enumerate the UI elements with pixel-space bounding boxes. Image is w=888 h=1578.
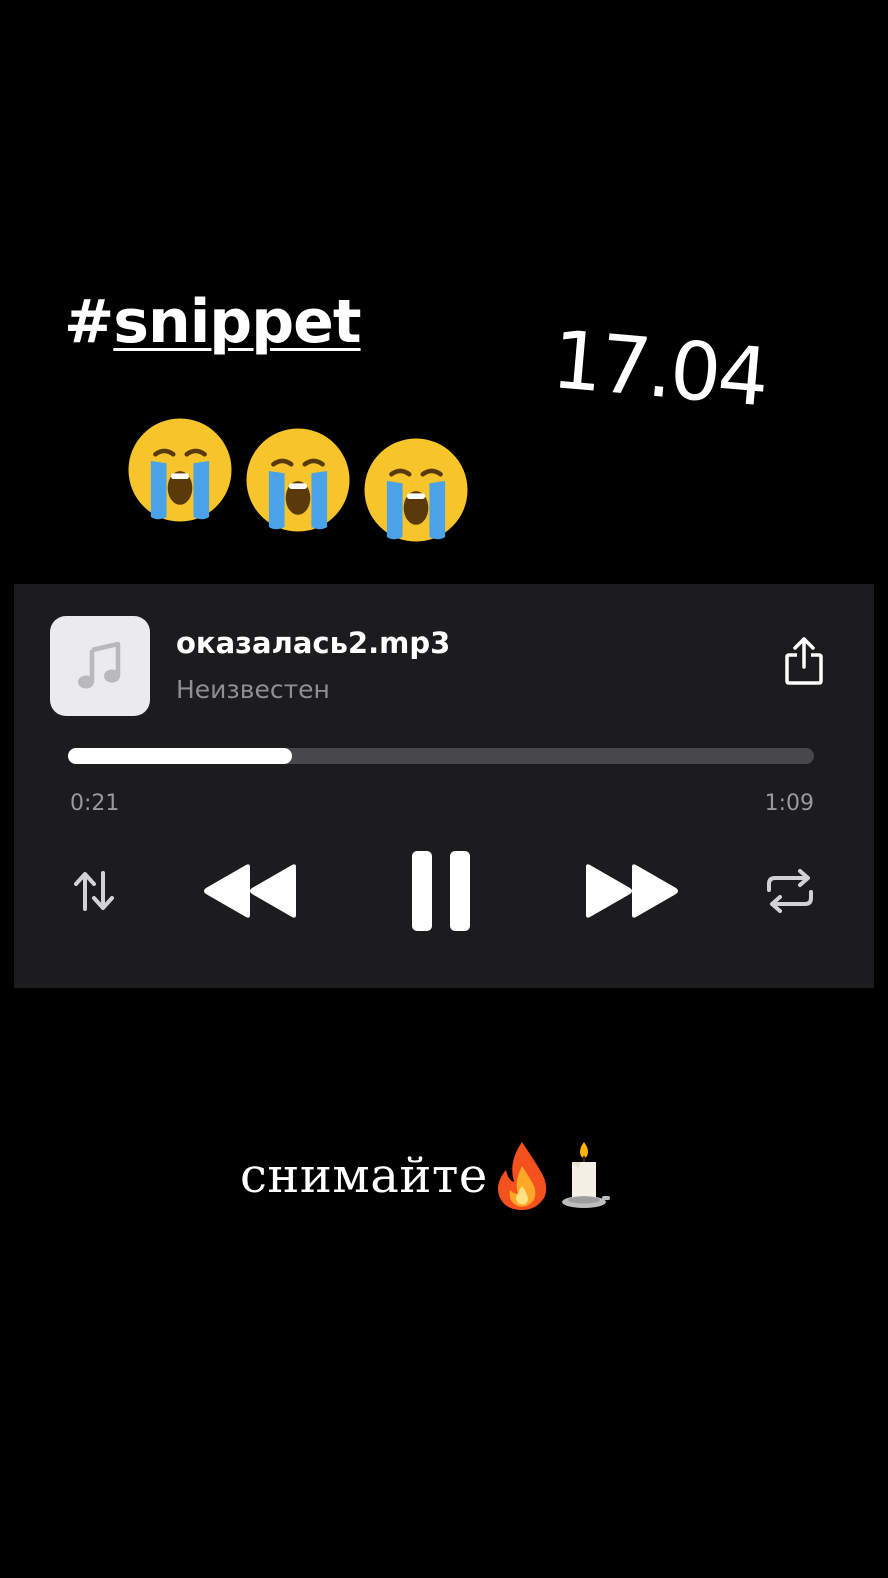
- previous-button[interactable]: [200, 856, 300, 926]
- candle-emoji-icon: [561, 1142, 610, 1208]
- crying-face-emoji-icon: [128, 418, 232, 522]
- playback-progress-fill: [68, 748, 292, 764]
- next-button[interactable]: [582, 856, 682, 926]
- pause-button[interactable]: [408, 848, 474, 934]
- track-artist: Неизвестен: [176, 675, 330, 704]
- share-icon: [785, 637, 823, 685]
- share-button[interactable]: [782, 632, 826, 690]
- repeat-button[interactable]: [762, 866, 818, 916]
- elapsed-time: 0:21: [70, 791, 120, 816]
- hashtag-word: snippet: [113, 287, 361, 357]
- pause-icon: [412, 851, 470, 931]
- hashtag-sticker[interactable]: #snippet: [64, 292, 362, 352]
- rewind-icon: [204, 864, 296, 918]
- caption-text: снимайте: [240, 1148, 488, 1204]
- total-duration: 1:09: [764, 791, 814, 816]
- repeat-icon: [767, 869, 813, 913]
- shuffle-button[interactable]: [66, 864, 120, 918]
- hashtag-symbol: #: [64, 287, 114, 357]
- audio-player-card: оказалась2.mp3 Неизвестен 0:21 1:09: [14, 584, 874, 988]
- track-title: оказалась2.mp3: [176, 626, 451, 660]
- fast-forward-icon: [586, 864, 678, 918]
- playback-progress-bar[interactable]: [68, 748, 814, 764]
- story-caption: снимайте: [240, 1136, 612, 1216]
- music-note-icon: [78, 641, 121, 689]
- date-text: 17.04: [548, 313, 770, 425]
- fire-emoji-icon: [497, 1142, 547, 1210]
- reaction-emoji-row: [124, 414, 484, 554]
- crying-face-emoji-icon: [364, 438, 468, 542]
- shuffle-icon: [74, 871, 114, 911]
- crying-face-emoji-icon: [246, 428, 350, 532]
- track-artwork: [50, 616, 150, 716]
